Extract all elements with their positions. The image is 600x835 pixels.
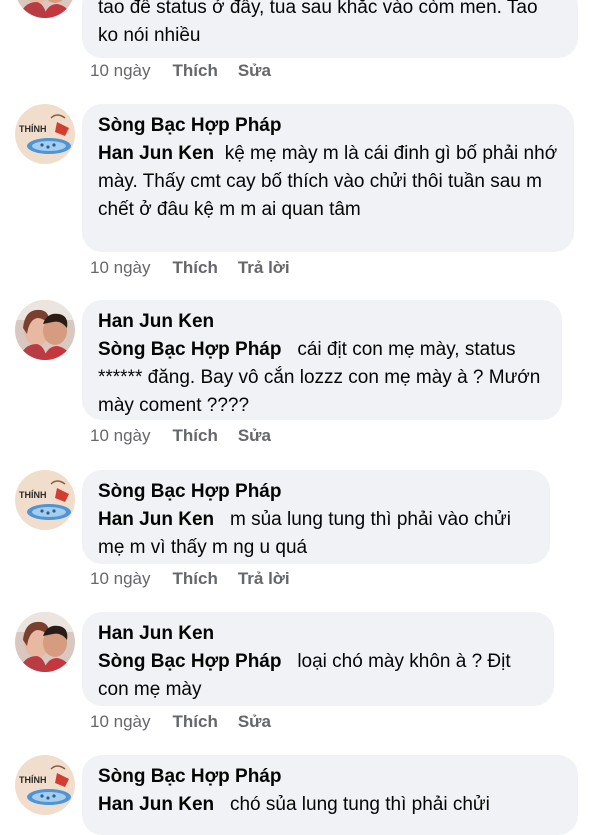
comment-time[interactable]: 10 ngày: [90, 61, 151, 80]
comment-author[interactable]: Sòng Bạc Hợp Pháp: [98, 112, 558, 140]
avatar[interactable]: [15, 104, 75, 164]
avatar[interactable]: [15, 300, 75, 360]
comment-time[interactable]: 10 ngày: [90, 426, 151, 445]
edit-button[interactable]: Sửa: [238, 61, 271, 80]
avatar[interactable]: [15, 0, 75, 18]
mention-link[interactable]: Han Jun Ken: [98, 143, 214, 164]
comment-actions: 10 ngày Thích Sửa: [90, 710, 291, 734]
edit-button[interactable]: Sửa: [238, 426, 271, 445]
like-button[interactable]: Thích: [173, 426, 218, 445]
comment-bubble: Sòng Bạc Hợp Pháp Han Jun Ken kệ mẹ mày …: [82, 104, 574, 252]
like-button[interactable]: Thích: [173, 569, 218, 588]
comment-bubble: Han Jun Ken Sòng Bạc Hợp Pháp loại chó m…: [82, 612, 554, 706]
comment-bubble: Sòng Bạc Hợp Pháp Han Jun Ken chó sủa lu…: [82, 755, 578, 835]
comment-actions: 10 ngày Thích Trả lời: [90, 256, 310, 280]
comment-author[interactable]: Sòng Bạc Hợp Pháp: [98, 763, 562, 791]
comment-actions: 10 ngày Thích Sửa: [90, 424, 291, 448]
comment-actions: 10 ngày Thích Trả lời: [90, 567, 310, 591]
reply-button[interactable]: Trả lời: [238, 569, 290, 588]
edit-button[interactable]: Sửa: [238, 712, 271, 731]
comment-author[interactable]: Han Jun Ken: [98, 308, 546, 336]
comment-thread: tao để status ở đây, tua sau khắc vào cò…: [0, 0, 600, 835]
mention-link[interactable]: Han Jun Ken: [98, 509, 214, 530]
comment-author[interactable]: Han Jun Ken: [98, 620, 538, 648]
like-button[interactable]: Thích: [173, 258, 218, 277]
mention-link[interactable]: Sòng Bạc Hợp Pháp: [98, 339, 281, 360]
comment-text: chó sủa lung tung thì phải chửi: [229, 794, 490, 815]
comment-author[interactable]: Sòng Bạc Hợp Pháp: [98, 478, 534, 506]
avatar[interactable]: [15, 755, 75, 815]
avatar[interactable]: [15, 612, 75, 672]
like-button[interactable]: Thích: [173, 61, 218, 80]
reply-button[interactable]: Trả lời: [238, 258, 290, 277]
comment-time[interactable]: 10 ngày: [90, 569, 151, 588]
avatar[interactable]: [15, 470, 75, 530]
comment-bubble: tao để status ở đây, tua sau khắc vào cò…: [82, 0, 578, 58]
comment-text: tao để status ở đây, tua sau khắc vào cò…: [98, 0, 538, 46]
comment-bubble: Sòng Bạc Hợp Pháp Han Jun Ken m sủa lung…: [82, 470, 550, 564]
mention-link[interactable]: Sòng Bạc Hợp Pháp: [98, 651, 281, 672]
like-button[interactable]: Thích: [173, 712, 218, 731]
comment-actions: 10 ngày Thích Sửa: [90, 59, 291, 83]
comment-bubble: Han Jun Ken Sòng Bạc Hợp Pháp cái địt co…: [82, 300, 562, 420]
comment-time[interactable]: 10 ngày: [90, 712, 151, 731]
comment-time[interactable]: 10 ngày: [90, 258, 151, 277]
mention-link[interactable]: Han Jun Ken: [98, 794, 214, 815]
